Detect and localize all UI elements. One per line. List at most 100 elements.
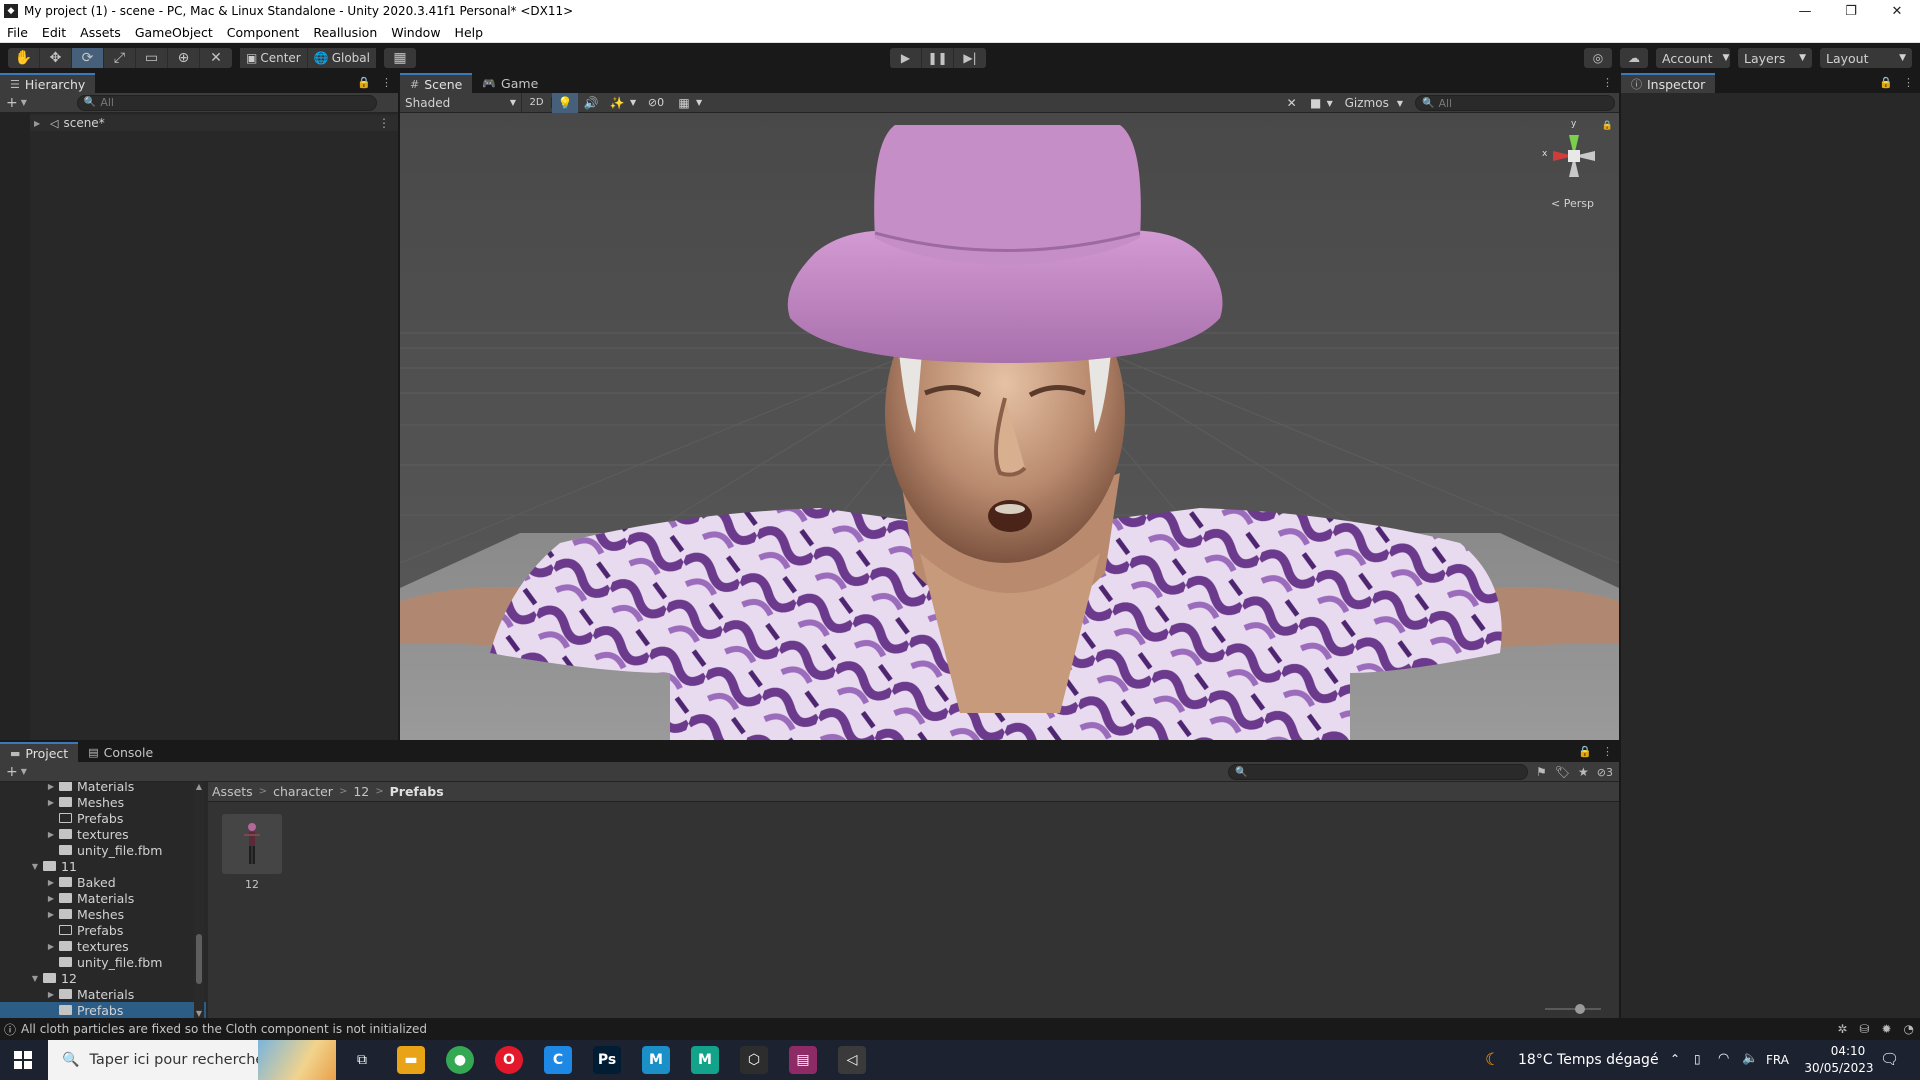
- cloud-icon[interactable]: ☁: [1620, 48, 1648, 68]
- tab-project[interactable]: ▬ Project: [0, 742, 79, 762]
- 2d-toggle-button[interactable]: 2D: [522, 97, 552, 108]
- scrollbar-down-icon[interactable]: ▼: [194, 1009, 204, 1018]
- tree-folder-item[interactable]: unity_file.fbm: [0, 842, 206, 858]
- custom-tool-icon[interactable]: ✕: [200, 48, 232, 68]
- pivot-mode-button[interactable]: ▣ Center: [240, 48, 308, 68]
- expand-arrow-icon[interactable]: ▶: [34, 119, 46, 128]
- minimize-button[interactable]: —: [1782, 0, 1828, 22]
- menu-gameobject[interactable]: GameObject: [128, 25, 220, 40]
- tab-console[interactable]: ▤ Console: [78, 742, 163, 762]
- scene-search-input[interactable]: 🔍 All: [1415, 95, 1615, 111]
- tree-scrollbar[interactable]: ▲ ▼: [194, 782, 204, 1018]
- menu-help[interactable]: Help: [448, 25, 491, 40]
- collapse-arrow-icon[interactable]: ▶: [46, 990, 56, 999]
- layout-dropdown[interactable]: Layout ▼: [1820, 48, 1912, 68]
- lock-icon[interactable]: 🔒: [1879, 76, 1893, 89]
- unity-hub-icon[interactable]: ⬡: [740, 1046, 768, 1074]
- collapse-arrow-icon[interactable]: ▶: [46, 894, 56, 903]
- lock-icon[interactable]: 🔒: [1578, 745, 1592, 758]
- effects-toggle-icon[interactable]: ✨: [604, 96, 630, 110]
- scene-root-item[interactable]: ▶ ◁ scene* ⋮: [30, 115, 398, 131]
- weather-text[interactable]: 18°C Temps dégagé: [1518, 1052, 1659, 1068]
- tree-folder-item[interactable]: ▼ 11: [0, 858, 206, 874]
- scrollbar-thumb[interactable]: [196, 934, 202, 984]
- taskbar-search-input[interactable]: 🔍 Taper ici pour rechercher: [48, 1040, 336, 1080]
- scene-viewport[interactable]: y x 🔒 < Persp: [400, 113, 1619, 740]
- grid-toggle-icon[interactable]: ▦: [672, 96, 696, 110]
- unity-editor-icon[interactable]: ◁: [838, 1046, 866, 1074]
- chevron-down-icon[interactable]: ▼: [1327, 99, 1339, 108]
- wifi-icon[interactable]: ◠: [1718, 1051, 1729, 1066]
- tree-folder-item[interactable]: unity_file.fbm: [0, 954, 206, 970]
- language-indicator[interactable]: FRA: [1766, 1053, 1789, 1067]
- play-button[interactable]: ▶: [890, 48, 922, 68]
- task-view-icon[interactable]: ⧉: [348, 1046, 376, 1074]
- close-button[interactable]: ✕: [1874, 0, 1920, 22]
- tree-folder-item[interactable]: ▼ 12: [0, 970, 206, 986]
- auto-generate-lighting-icon[interactable]: ✹: [1881, 1022, 1891, 1036]
- pause-button[interactable]: ❚❚: [922, 48, 954, 68]
- hand-tool-icon[interactable]: ✋: [8, 48, 40, 68]
- collapse-arrow-icon[interactable]: ▶: [46, 878, 56, 887]
- thumbnail-size-slider[interactable]: [1545, 1004, 1601, 1014]
- scrollbar-up-icon[interactable]: ▲: [194, 782, 204, 791]
- tab-hierarchy[interactable]: ☰ Hierarchy: [0, 73, 96, 93]
- gizmos-dropdown[interactable]: Gizmos ▼: [1339, 96, 1409, 110]
- tree-folder-item[interactable]: ▶ Meshes: [0, 906, 206, 922]
- kebab-menu-icon[interactable]: ⋮: [381, 76, 392, 89]
- tree-folder-item[interactable]: ▶ Baked: [0, 874, 206, 890]
- restore-button[interactable]: ❐: [1828, 0, 1874, 22]
- gizmo-lock-icon[interactable]: 🔒: [1602, 121, 1613, 131]
- search-by-label-icon[interactable]: 🏷: [1555, 765, 1570, 779]
- hidden-packages-toggle[interactable]: ⊘3: [1597, 766, 1613, 779]
- kebab-menu-icon[interactable]: ⋮: [1602, 745, 1613, 758]
- breadcrumb-12[interactable]: 12: [353, 784, 369, 799]
- file-explorer-icon[interactable]: ▬: [397, 1046, 425, 1074]
- move-tool-icon[interactable]: ✥: [40, 48, 72, 68]
- project-folder-tree[interactable]: ▶ Materials ▶ Meshes Prefabs ▶ textures unity_f…: [0, 782, 206, 1018]
- search-by-type-icon[interactable]: ⚑: [1536, 765, 1547, 779]
- breadcrumb-character[interactable]: character: [273, 784, 333, 799]
- camera-icon[interactable]: ■: [1305, 96, 1327, 110]
- audio-toggle-icon[interactable]: 🔊: [578, 96, 604, 110]
- step-button[interactable]: ▶|: [954, 48, 986, 68]
- cache-server-icon[interactable]: ⛁: [1859, 1022, 1869, 1036]
- collapse-arrow-icon[interactable]: ▶: [46, 830, 56, 839]
- menu-edit[interactable]: Edit: [35, 25, 73, 40]
- asset-item[interactable]: 12: [222, 814, 282, 891]
- clock-date[interactable]: 30/05/2023: [1800, 1061, 1878, 1075]
- tree-folder-item[interactable]: ▶ Materials: [0, 986, 206, 1002]
- menu-reallusion[interactable]: Reallusion: [306, 25, 384, 40]
- create-button[interactable]: +: [6, 764, 18, 780]
- favorites-star-icon[interactable]: ★: [1578, 765, 1589, 779]
- tab-inspector[interactable]: ⓘ Inspector: [1621, 73, 1716, 93]
- tree-folder-item[interactable]: ▶ textures: [0, 938, 206, 954]
- tree-folder-item[interactable]: Prefabs: [0, 1002, 206, 1018]
- lock-icon[interactable]: 🔒: [357, 76, 371, 89]
- chevron-down-icon[interactable]: ▼: [696, 98, 710, 107]
- hidden-objects-toggle[interactable]: ⊘0: [640, 96, 672, 109]
- opera-icon[interactable]: O: [495, 1046, 523, 1074]
- kebab-menu-icon[interactable]: ⋮: [1903, 76, 1914, 89]
- kebab-menu-icon[interactable]: ⋮: [1602, 76, 1613, 89]
- chevron-down-icon[interactable]: ▼: [21, 767, 27, 776]
- layers-dropdown[interactable]: Layers ▼: [1738, 48, 1812, 68]
- rotate-tool-icon[interactable]: ⟳: [72, 48, 104, 68]
- menu-window[interactable]: Window: [384, 25, 447, 40]
- status-message[interactable]: All cloth particles are fixed so the Clo…: [21, 1022, 427, 1036]
- transform-tool-icon[interactable]: ⊕: [168, 48, 200, 68]
- collapse-arrow-icon[interactable]: ▶: [46, 942, 56, 951]
- orientation-gizmo[interactable]: y x 🔒 < Persp: [1539, 119, 1613, 211]
- app-m2-icon[interactable]: M: [691, 1046, 719, 1074]
- lighting-toggle-icon[interactable]: 💡: [552, 92, 578, 113]
- project-search-input[interactable]: 🔍: [1228, 764, 1529, 780]
- kebab-menu-icon[interactable]: ⋮: [378, 116, 390, 130]
- pivot-rotation-button[interactable]: 🌐 Global: [307, 48, 376, 68]
- rect-tool-icon[interactable]: ▭: [136, 48, 168, 68]
- menu-component[interactable]: Component: [220, 25, 307, 40]
- tab-scene[interactable]: # Scene: [400, 73, 473, 93]
- hierarchy-search-input[interactable]: 🔍 All: [76, 94, 377, 111]
- expand-arrow-icon[interactable]: ▼: [30, 974, 40, 983]
- tree-folder-item[interactable]: ▶ Materials: [0, 890, 206, 906]
- breadcrumb-assets[interactable]: Assets: [212, 784, 253, 799]
